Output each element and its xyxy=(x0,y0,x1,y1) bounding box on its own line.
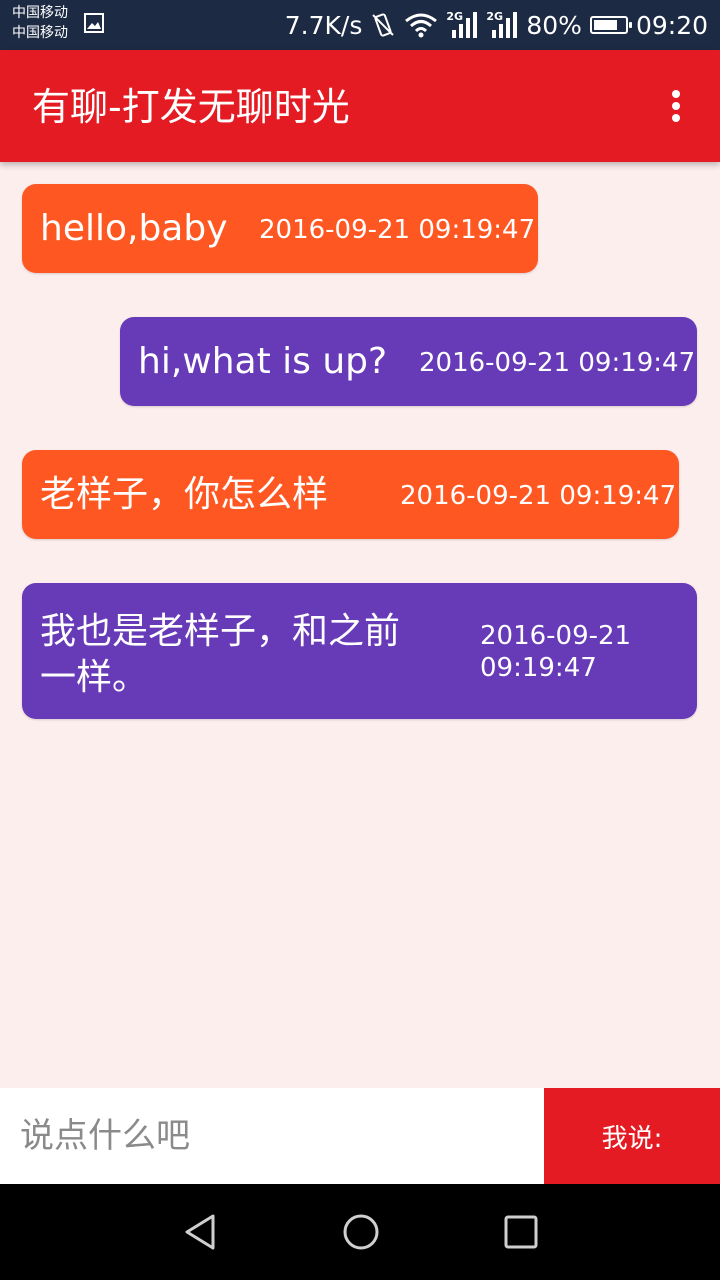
message-input[interactable] xyxy=(0,1088,544,1184)
signal-2-icon: 2G xyxy=(486,10,518,40)
message-time-line-1: 2016-09-21 xyxy=(480,621,632,651)
recents-square-icon[interactable] xyxy=(501,1212,541,1252)
battery-level xyxy=(593,20,618,30)
carrier-2: 中国移动 xyxy=(12,25,68,41)
message-text-line-2: 一样。 xyxy=(40,657,149,698)
message-time: 2016-09-21 09:19:47 xyxy=(259,215,536,245)
gallery-icon xyxy=(84,13,104,33)
message-bubble: 我也是老样子，和之前 一样。 2016-09-21 09:19:47 xyxy=(22,583,697,719)
more-vert-icon[interactable] xyxy=(656,84,696,128)
message-text-line-1: 我也是老样子，和之前 xyxy=(40,611,401,652)
compose-bar: 我说: xyxy=(0,1088,720,1184)
app-title: 有聊-打发无聊时光 xyxy=(32,85,350,129)
message-time: 2016-09-21 09:19:47 xyxy=(400,481,677,511)
message-text: 老样子，你怎么样 xyxy=(40,474,329,515)
message-text: hello,baby xyxy=(40,208,228,249)
wifi-icon xyxy=(405,13,438,38)
battery-percent: 80% xyxy=(526,10,582,40)
battery-icon xyxy=(589,16,632,34)
status-indicators: 7.7K/s 2G 2G 80% 09:20 xyxy=(285,0,708,50)
app-bar: 有聊-打发无聊时光 xyxy=(0,50,720,162)
navigation-bar xyxy=(0,1184,720,1280)
message-time: 2016-09-21 09:19:47 xyxy=(419,348,696,378)
carrier-1: 中国移动 xyxy=(12,5,68,21)
message-text: hi,what is up? xyxy=(138,341,388,382)
clock: 09:20 xyxy=(635,10,708,40)
send-button[interactable]: 我说: xyxy=(544,1088,720,1184)
message-bubble: 老样子，你怎么样 2016-09-21 09:19:47 xyxy=(22,450,679,539)
vibrate-icon xyxy=(372,13,395,37)
message-time-line-2: 09:19:47 xyxy=(480,653,597,683)
status-bar: 中国移动 中国移动 7.7K/s 2G 2G 80% 09:20 xyxy=(0,0,720,50)
network-speed: 7.7K/s xyxy=(284,10,363,40)
message-bubble: hi,what is up? 2016-09-21 09:19:47 xyxy=(120,317,697,406)
back-triangle-icon[interactable] xyxy=(181,1212,221,1252)
message-bubble: hello,baby 2016-09-21 09:19:47 xyxy=(22,184,538,273)
signal-1-icon: 2G xyxy=(446,10,478,40)
carrier-info: 中国移动 中国移动 xyxy=(12,3,68,43)
home-circle-icon[interactable] xyxy=(341,1212,381,1252)
